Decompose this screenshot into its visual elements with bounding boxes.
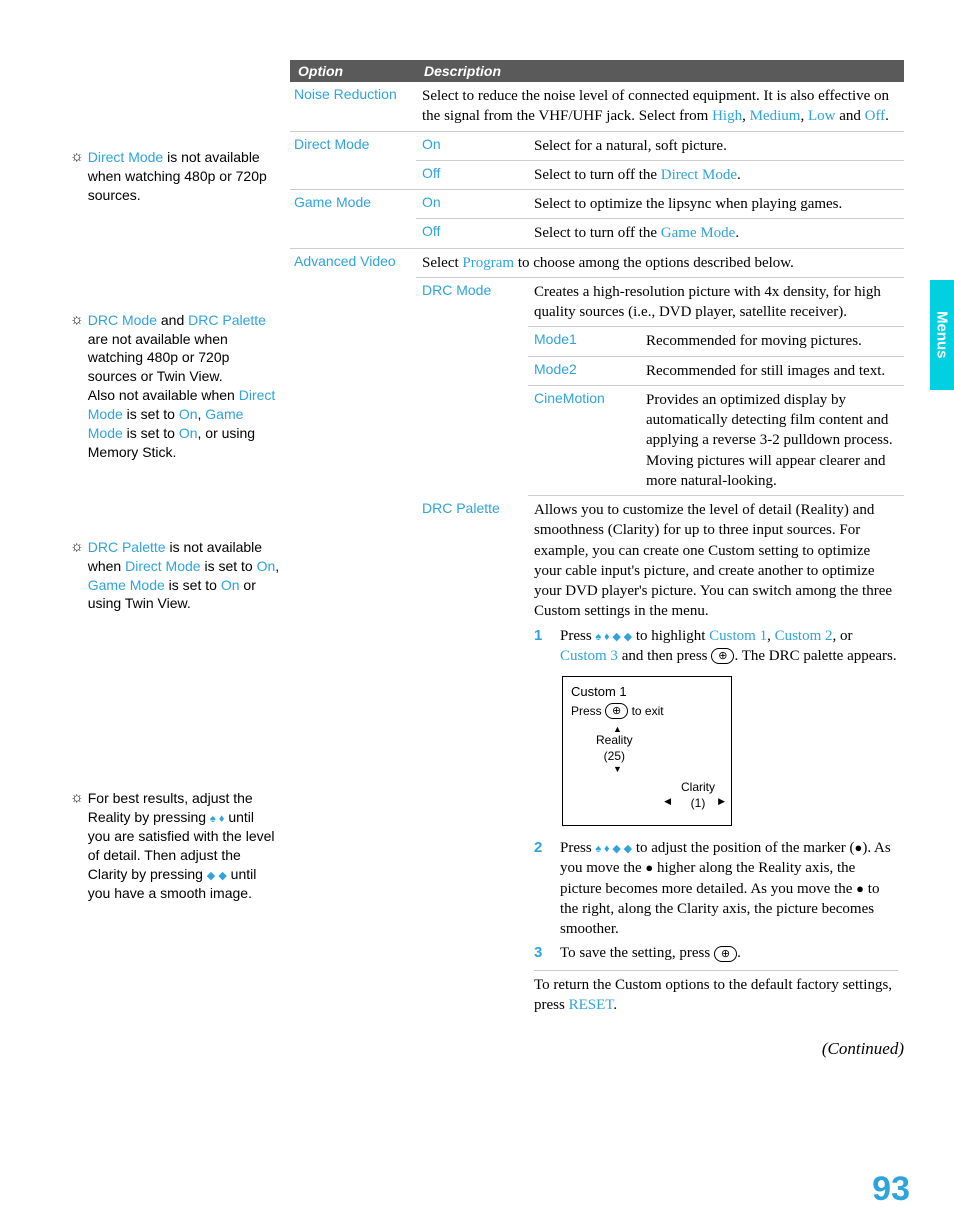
tip-icon: ☼ [70, 148, 84, 205]
triangle-right-icon: ▶ [718, 795, 725, 807]
note-drc-palette: ☼ DRC Palette is not available when Dire… [70, 538, 280, 614]
row-direct-mode-on: Direct Mode On Select for a natural, sof… [290, 131, 904, 160]
enter-button-icon: ⊕ [714, 946, 737, 962]
triangle-left-icon: ◀ [664, 795, 671, 807]
tip-icon: ☼ [70, 789, 84, 902]
step-3: 3 To save the setting, press ⊕. [534, 943, 898, 963]
tip-icon: ☼ [70, 311, 84, 462]
note-direct-mode: ☼ Direct Mode is not available when watc… [70, 148, 280, 205]
enter-button-icon: ⊕ [605, 703, 628, 719]
step-1: 1 Press ♠ ♦ ◆ ◆ to highlight Custom 1, C… [534, 626, 898, 667]
marker-dot-icon: ● [856, 881, 864, 896]
drc-palette-diagram: Custom 1 Press ⊕ to exit ▲ Reality (25) … [562, 676, 732, 826]
row-noise-reduction: Noise Reduction Select to reduce the noi… [290, 82, 904, 131]
arrow-udlr-icon: ♠ ♦ ◆ ◆ [595, 843, 632, 855]
options-table: Option Description Noise Reduction Selec… [290, 60, 904, 1059]
table-header: Option Description [290, 60, 904, 82]
enter-button-icon: ⊕ [711, 648, 734, 664]
note-drc-mode-palette: ☼ DRC Mode and DRC Palette are not avail… [70, 311, 280, 462]
step-2: 2 Press ♠ ♦ ◆ ◆ to adjust the position o… [534, 838, 898, 939]
note-best-results: ☼ For best results, adjust the Reality b… [70, 789, 280, 902]
arrow-left-right-icon: ◆ ◆ [207, 870, 227, 882]
tip-icon: ☼ [70, 538, 84, 614]
row-game-mode-on: Game Mode On Select to optimize the lips… [290, 190, 904, 219]
arrow-udlr-icon: ♠ ♦ ◆ ◆ [595, 631, 632, 643]
continued-label: (Continued) [290, 1039, 904, 1059]
margin-notes: ☼ Direct Mode is not available when watc… [70, 60, 280, 1059]
triangle-down-icon: ▼ [613, 763, 622, 775]
side-tab-menus: Menus [930, 280, 954, 390]
row-advanced-video: Advanced Video Select Program to choose … [290, 248, 904, 277]
reset-note: To return the Custom options to the defa… [534, 970, 898, 1016]
arrow-up-down-icon: ♠ ♦ [210, 813, 225, 825]
page-number: 93 [872, 1170, 910, 1209]
